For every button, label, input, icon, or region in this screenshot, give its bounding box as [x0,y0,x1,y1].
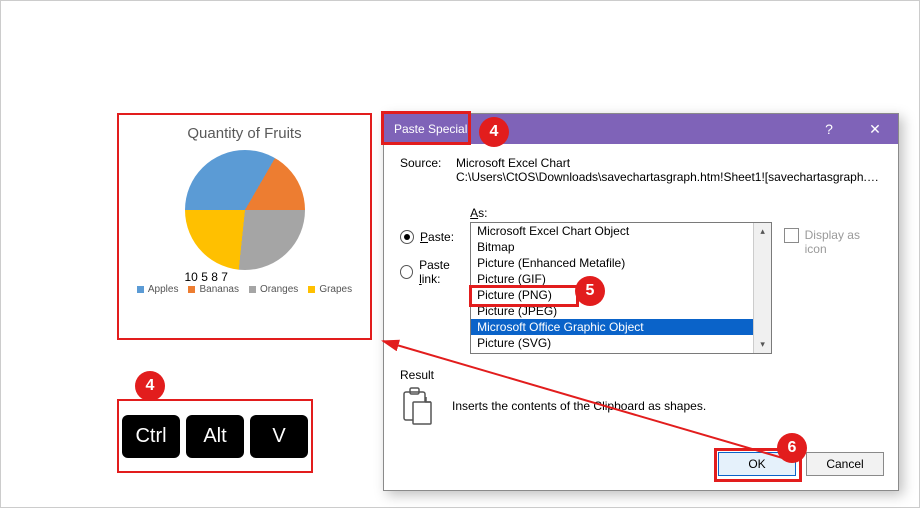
source-line-2: C:\Users\CtOS\Downloads\savechartasgraph… [456,170,882,184]
paste-special-dialog: Paste Special ? ✕ Source: Microsoft Exce… [383,113,899,491]
pie-chart: 10 5 8 7 [185,150,305,270]
as-label: As: [470,206,772,220]
key-alt: Alt [186,415,244,458]
radio-paste-link[interactable]: Paste link: [400,258,470,286]
chart-title: Quantity of Fruits [187,125,301,142]
radio-paste-label: Paste: [420,230,454,244]
cancel-button[interactable]: Cancel [806,452,884,476]
legend-item-bananas: Bananas [188,284,238,295]
listbox-item[interactable]: Picture (Enhanced Metafile) [471,255,771,271]
legend-item-apples: Apples [137,284,179,295]
scroll-down-icon[interactable]: ▾ [754,336,771,353]
step-badge-5: 5 [575,276,605,306]
legend-item-grapes: Grapes [308,284,352,295]
listbox-scrollbar[interactable]: ▴ ▾ [753,223,771,353]
pie-label-grapes: 7 [221,270,228,284]
listbox-item[interactable]: Microsoft Excel Chart Object [471,223,771,239]
clipboard-icon [400,386,436,426]
help-button[interactable]: ? [806,114,852,144]
pie-label-bananas: 5 [201,270,208,284]
listbox-item[interactable]: Microsoft Office Graphic Object [471,319,771,335]
listbox-item[interactable]: Picture (SVG) [471,335,771,351]
source-line-1: Microsoft Excel Chart [456,156,882,170]
display-as-icon-checkbox[interactable] [784,228,798,243]
listbox-item[interactable]: Bitmap [471,239,771,255]
keyboard-shortcut: Ctrl Alt V [117,399,313,473]
radio-paste-link-label: Paste link: [419,258,470,286]
legend-item-oranges: Oranges [249,284,298,295]
result-label: Result [400,368,882,382]
pie-label-apples: 10 [185,270,198,284]
radio-paste[interactable]: Paste: [400,230,470,244]
step-badge-4-title: 4 [479,117,509,147]
radio-dot-icon [400,265,413,279]
close-button[interactable]: ✕ [852,114,898,144]
source-label: Source: [400,156,456,184]
highlight-picture-png [469,285,579,307]
chart-card: Quantity of Fruits 10 5 8 7 Apples Banan… [117,113,372,340]
pie-label-oranges: 8 [211,270,218,284]
step-badge-6: 6 [777,433,807,463]
result-description: Inserts the contents of the Clipboard as… [452,399,706,413]
highlight-title [381,111,471,145]
radio-dot-icon [400,230,414,244]
key-v: V [250,415,308,458]
scroll-up-icon[interactable]: ▴ [754,223,771,240]
step-badge-4-keys: 4 [135,371,165,401]
chart-legend: Apples Bananas Oranges Grapes [137,284,352,295]
display-as-icon-label: Display as icon [805,228,882,256]
key-ctrl: Ctrl [122,415,180,458]
